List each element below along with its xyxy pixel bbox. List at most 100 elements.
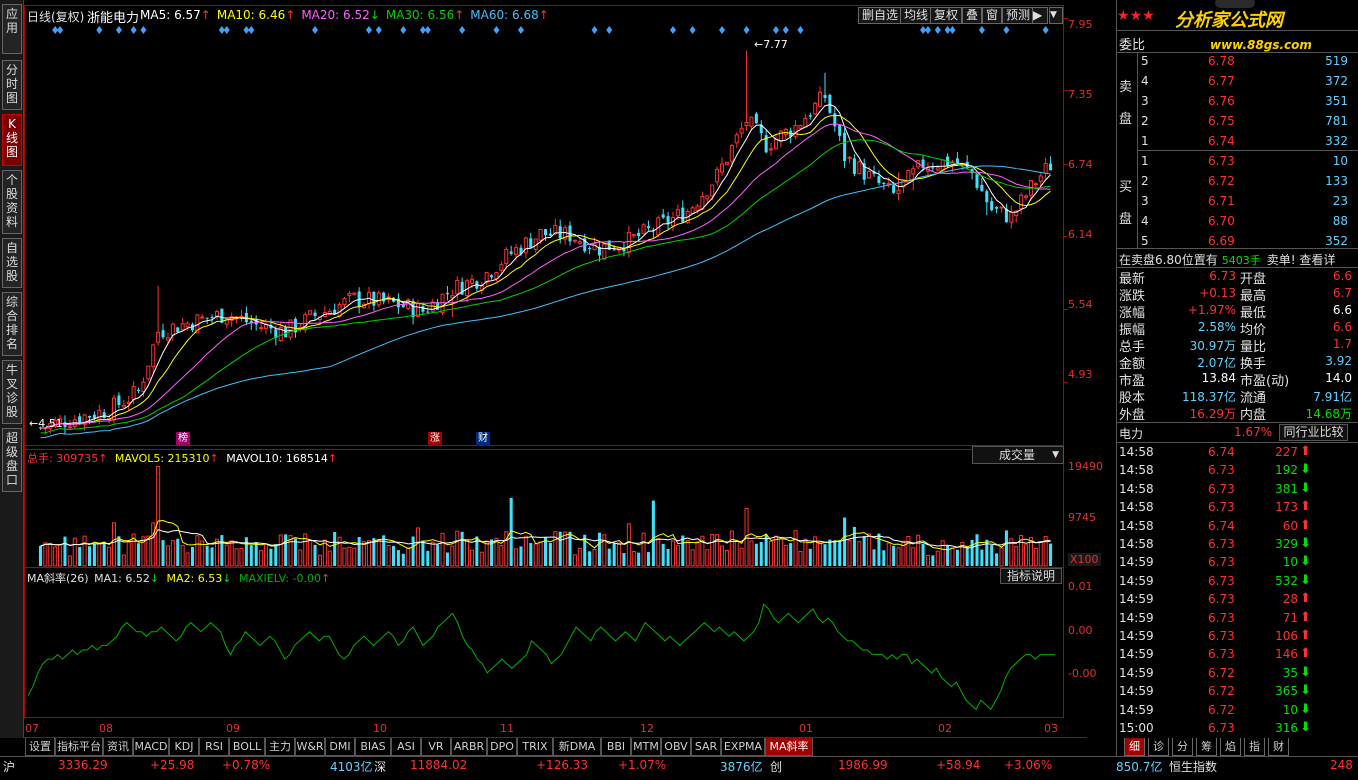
- sz-amount: 3876亿: [720, 760, 763, 774]
- sell-volume: 781: [1325, 114, 1348, 128]
- buy-price[interactable]: 6.71: [1208, 194, 1235, 208]
- indicator-tab-11[interactable]: ASI: [391, 738, 421, 756]
- sell-price[interactable]: 6.76: [1208, 94, 1235, 108]
- tab-stock-profile[interactable]: 个股资料: [2, 170, 22, 234]
- buy-price[interactable]: 6.69: [1208, 234, 1235, 248]
- tab-app[interactable]: 应用: [2, 4, 22, 54]
- buy-price[interactable]: 6.70: [1208, 214, 1235, 228]
- quote-value-2: 6.6: [1332, 269, 1352, 283]
- indicator-tab-15[interactable]: TRIX: [517, 738, 553, 756]
- sell-price[interactable]: 6.78: [1208, 54, 1235, 68]
- candle: [990, 201, 994, 211]
- flag-finance[interactable]: 财: [476, 432, 490, 446]
- indicator-tab-16[interactable]: 新DMA: [553, 738, 601, 756]
- industry-compare-button[interactable]: 同行业比较: [1279, 424, 1348, 441]
- buy-price[interactable]: 6.72: [1208, 174, 1235, 188]
- cy-index[interactable]: 1986.99: [838, 758, 888, 772]
- signal-diamond: [1042, 26, 1049, 34]
- volume-bar: [426, 550, 430, 566]
- tab-diagnosis[interactable]: 牛叉诊股: [2, 360, 22, 424]
- quote-value-2: 7.91亿: [1313, 390, 1352, 404]
- volume-bar: [450, 545, 455, 567]
- candle: [165, 337, 170, 341]
- indicator-tab-13[interactable]: ARBR: [451, 738, 487, 756]
- volume-bar: [925, 554, 930, 567]
- candle: [504, 249, 509, 265]
- arrow-up-icon: ⬆: [1300, 628, 1311, 643]
- indicator-tab-4[interactable]: KDJ: [169, 738, 199, 756]
- indicator-tab-2[interactable]: 资讯: [103, 738, 133, 756]
- flag-list[interactable]: 榜: [176, 432, 190, 446]
- candle: [401, 304, 405, 308]
- sell-level: 2: [1141, 114, 1149, 128]
- volume-bar: [872, 549, 876, 566]
- indicator-tab-5[interactable]: RSI: [199, 738, 229, 756]
- tick-volume: 365: [1275, 684, 1298, 699]
- volume-bar: [278, 534, 283, 567]
- indicator-tab-17[interactable]: BBI: [601, 738, 631, 756]
- big-order-note[interactable]: 在卖盘6.80位置有 5403手 卖单! 查看详: [1119, 251, 1335, 268]
- tab-kline[interactable]: K线图: [2, 114, 22, 166]
- indicator-select[interactable]: 成交量 ▼: [972, 446, 1064, 464]
- tab-super-board[interactable]: 超级盘口: [2, 428, 22, 492]
- volume-bar: [651, 500, 655, 566]
- hk-index[interactable]: 248: [1330, 758, 1353, 772]
- signal-diamond: [978, 26, 985, 34]
- signal-diamond: [1003, 26, 1010, 34]
- kline-chart[interactable]: [24, 0, 1087, 738]
- detail-tab-4[interactable]: 焰: [1220, 738, 1241, 756]
- sell-level: 4: [1141, 74, 1149, 88]
- indicator-tab-0[interactable]: 设置: [25, 738, 55, 756]
- sell-price[interactable]: 6.77: [1208, 74, 1235, 88]
- tick-time: 14:58: [1119, 463, 1154, 478]
- indicator-tab-1[interactable]: 指标平台: [55, 738, 103, 756]
- volume-bar: [440, 532, 445, 567]
- volume-bar: [469, 549, 474, 567]
- detail-tab-1[interactable]: 诊: [1148, 738, 1169, 756]
- detail-tab-6[interactable]: 财: [1268, 738, 1289, 756]
- detail-tab-3[interactable]: 筹: [1196, 738, 1217, 756]
- indicator-tab-10[interactable]: BIAS: [355, 738, 391, 756]
- candle: [572, 239, 577, 242]
- flag-limit-up[interactable]: 涨: [428, 432, 442, 446]
- volume-bar: [1038, 541, 1043, 567]
- indicator-tab-20[interactable]: SAR: [691, 738, 721, 756]
- indicator-explain-button[interactable]: 指标说明: [1000, 568, 1062, 584]
- indicator-tab-22[interactable]: MA斜率: [765, 738, 813, 756]
- indicator-tab-7[interactable]: 主力: [265, 738, 295, 756]
- sell-price[interactable]: 6.74: [1208, 134, 1235, 148]
- detail-tab-2[interactable]: 分: [1172, 738, 1193, 756]
- indicator-tab-9[interactable]: DMI: [325, 738, 355, 756]
- buy-price[interactable]: 6.73: [1208, 154, 1235, 168]
- detail-tab-0[interactable]: 细: [1124, 738, 1145, 756]
- sz-index[interactable]: 11884.02: [410, 758, 467, 772]
- indicator-tab-14[interactable]: DPO: [487, 738, 517, 756]
- tab-watchlist[interactable]: 自选股: [2, 238, 22, 288]
- tick-time: 14:58: [1119, 481, 1154, 496]
- tick-volume: 106: [1275, 629, 1298, 643]
- month-tick: 03: [1044, 722, 1058, 735]
- arrow-down-icon: ⬇: [1300, 664, 1311, 680]
- indicator-tab-18[interactable]: MTM: [631, 738, 661, 756]
- volume-bar: [514, 548, 519, 567]
- cy-amount: 850.7亿: [1116, 760, 1163, 774]
- sz-label: 深: [374, 760, 387, 774]
- indicator-tab-21[interactable]: EXPMA: [721, 738, 765, 756]
- volume-bar: [631, 551, 636, 567]
- indicator-tab-19[interactable]: OBV: [661, 738, 691, 756]
- tab-intraday[interactable]: 分时图: [2, 60, 22, 110]
- indicator-tab-8[interactable]: W&R: [295, 738, 325, 756]
- tab-ranking[interactable]: 综合排名: [2, 292, 22, 356]
- volume-bar: [499, 545, 504, 567]
- indicator-tab-3[interactable]: MACD: [133, 738, 169, 756]
- indicator-tab-6[interactable]: BOLL: [229, 738, 265, 756]
- candle: [67, 426, 72, 429]
- candle: [352, 292, 357, 295]
- volume-bar: [523, 535, 528, 567]
- indicator-tab-12[interactable]: VR: [421, 738, 451, 756]
- sh-index[interactable]: 3336.29: [58, 758, 108, 772]
- detail-tab-5[interactable]: 指: [1244, 738, 1265, 756]
- sell-price[interactable]: 6.75: [1208, 114, 1235, 128]
- price-tick: 6.74: [1068, 158, 1093, 171]
- volume-bar: [798, 550, 803, 567]
